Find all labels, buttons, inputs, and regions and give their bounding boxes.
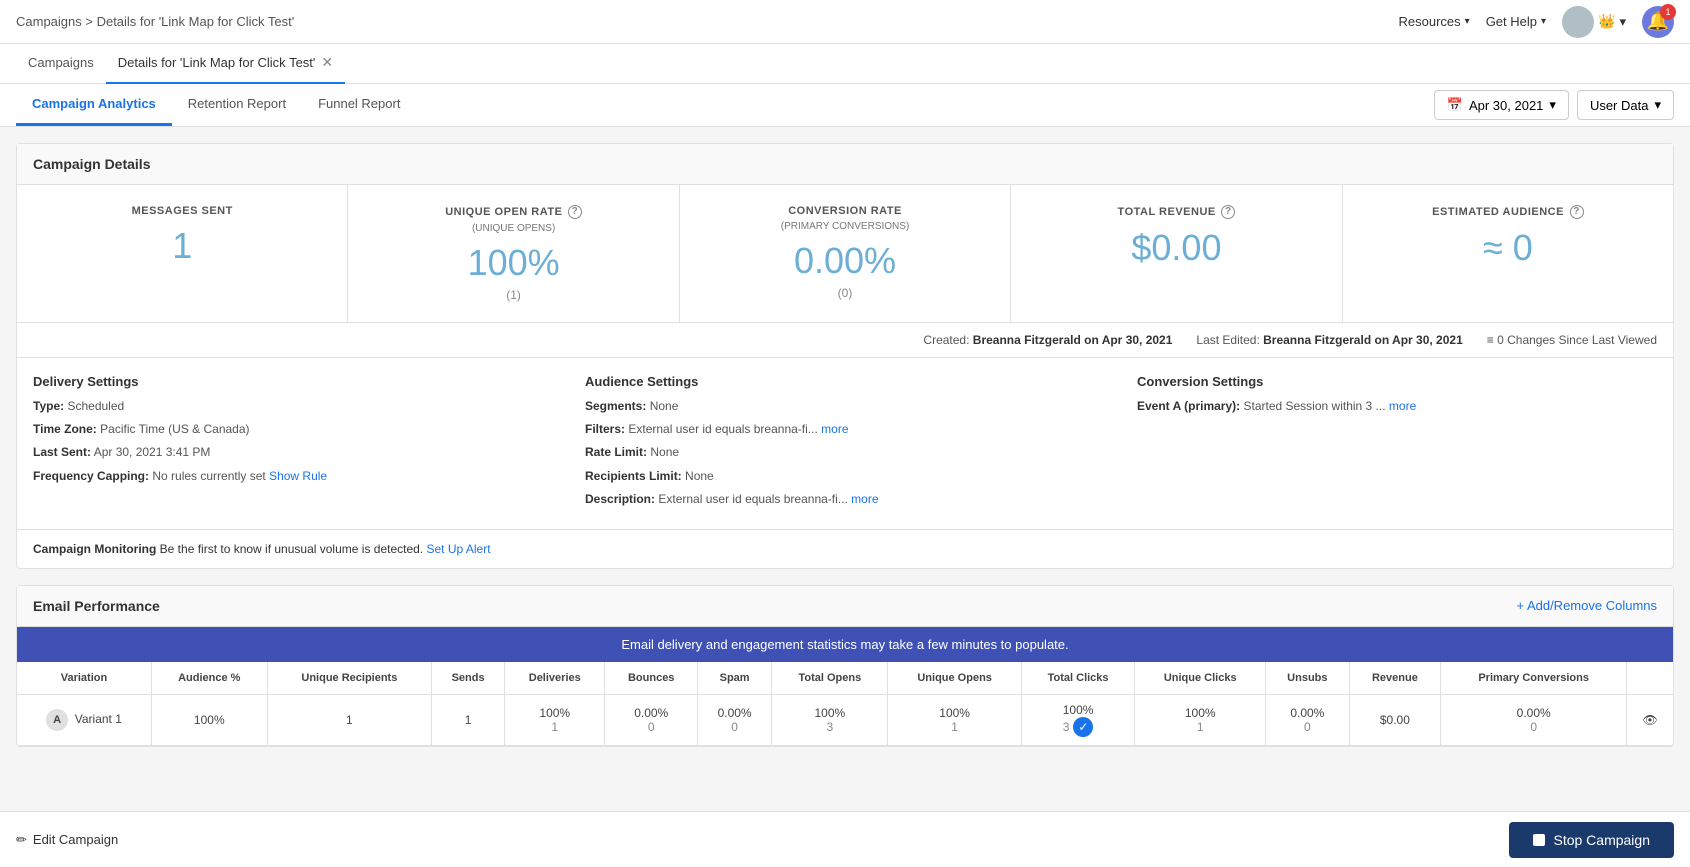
cell-spam: 0.00%0 [697, 694, 771, 745]
description-more-link[interactable]: more [851, 492, 878, 506]
col-unique-clicks: Unique Clicks [1135, 662, 1266, 695]
conversion-settings-col: Conversion Settings Event A (primary): S… [1137, 374, 1657, 513]
info-icon[interactable]: ? [1221, 205, 1235, 219]
calendar-icon: 📅 [1447, 97, 1463, 113]
cell-deliveries: 100%1 [505, 694, 605, 745]
cell-variant: A Variant 1 [17, 694, 151, 745]
chevron-down-icon: ▾ [1549, 97, 1556, 113]
cell-unsubs: 0.00%0 [1266, 694, 1350, 745]
col-spam: Spam [697, 662, 771, 695]
avatar [1562, 6, 1594, 38]
col-bounces: Bounces [605, 662, 697, 695]
date-picker-button[interactable]: 📅 Apr 30, 2021 ▾ [1434, 90, 1569, 120]
pencil-icon: ✏ [16, 832, 27, 848]
cell-row-action[interactable]: 👁 [1627, 694, 1673, 745]
col-audience-pct: Audience % [151, 662, 267, 695]
stat-messages-sent: MESSAGES SENT 1 [17, 185, 348, 322]
delivery-settings-col: Delivery Settings Type: Scheduled Time Z… [33, 374, 553, 513]
audience-settings-col: Audience Settings Segments: None Filters… [585, 374, 1105, 513]
list-icon: ≡ [1487, 333, 1494, 347]
get-help-button[interactable]: Get Help ▾ [1486, 14, 1546, 29]
set-up-alert-link[interactable]: Set Up Alert [427, 542, 491, 556]
col-unique-recipients: Unique Recipients [267, 662, 432, 695]
page-tabs: Campaigns Details for 'Link Map for Clic… [0, 44, 1690, 84]
info-icon[interactable]: ? [1570, 205, 1584, 219]
cell-primary-conversions: 0.00%0 [1441, 694, 1627, 745]
cell-total-clicks: 100% 3 ✓ [1021, 694, 1135, 745]
table-header-row: Variation Audience % Unique Recipients S… [17, 662, 1673, 695]
cell-unique-clicks: 100%1 [1135, 694, 1266, 745]
crown-icon: 👑 [1598, 13, 1615, 30]
col-sends: Sends [432, 662, 505, 695]
check-circle-icon: ✓ [1073, 717, 1093, 737]
main-content: Campaign Details MESSAGES SENT 1 UNIQUE … [0, 127, 1690, 824]
info-icon[interactable]: ? [568, 205, 582, 219]
info-banner: Email delivery and engagement statistics… [17, 627, 1673, 662]
stat-unique-open-rate: UNIQUE OPEN RATE ? (UNIQUE OPENS) 100% (… [348, 185, 679, 322]
user-data-button[interactable]: User Data ▾ [1577, 90, 1674, 120]
filters-more-link[interactable]: more [821, 422, 848, 436]
tab-funnel-report[interactable]: Funnel Report [302, 84, 416, 126]
col-primary-conversions: Primary Conversions [1441, 662, 1627, 695]
col-total-opens: Total Opens [772, 662, 888, 695]
edit-campaign-button[interactable]: ✏ Edit Campaign [16, 832, 118, 848]
email-performance-card: Email Performance + Add/Remove Columns E… [16, 585, 1674, 747]
col-actions [1627, 662, 1673, 695]
breadcrumb: Campaigns > Details for 'Link Map for Cl… [16, 14, 294, 29]
add-remove-columns-button[interactable]: + Add/Remove Columns [1516, 598, 1657, 613]
chevron-down-icon: ▾ [1541, 16, 1546, 27]
cell-sends: 1 [432, 694, 505, 745]
stat-estimated-audience: ESTIMATED AUDIENCE ? ≈ 0 [1343, 185, 1673, 322]
stop-icon [1533, 834, 1545, 846]
meta-row: Created: Breanna Fitzgerald on Apr 30, 2… [17, 322, 1673, 358]
show-rule-link[interactable]: Show Rule [269, 469, 327, 483]
cell-audience-pct: 100% [151, 694, 267, 745]
campaign-details-header: Campaign Details [17, 144, 1673, 185]
col-variation: Variation [17, 662, 151, 695]
section-tabs: Campaign Analytics Retention Report Funn… [16, 84, 416, 126]
table-row: A Variant 1 100% 1 1 100%1 0.00%0 0.00%0… [17, 694, 1673, 745]
top-bar-right: Resources ▾ Get Help ▾ 👑 ▾ 🔔 1 [1399, 6, 1674, 38]
email-performance-table: Variation Audience % Unique Recipients S… [17, 662, 1673, 746]
bottom-bar: ✏ Edit Campaign Stop Campaign [0, 811, 1690, 867]
tab-retention-report[interactable]: Retention Report [172, 84, 302, 126]
chevron-down-icon: ▾ [1619, 14, 1626, 30]
email-perf-header: Email Performance + Add/Remove Columns [17, 586, 1673, 627]
section-tabs-right: 📅 Apr 30, 2021 ▾ User Data ▾ [1434, 90, 1674, 120]
tab-campaign-analytics[interactable]: Campaign Analytics [16, 84, 172, 126]
section-tabs-bar: Campaign Analytics Retention Report Funn… [0, 84, 1690, 127]
top-bar: Campaigns > Details for 'Link Map for Cl… [0, 0, 1690, 44]
stat-conversion-rate: CONVERSION RATE (PRIMARY CONVERSIONS) 0.… [680, 185, 1011, 322]
col-unique-opens: Unique Opens [888, 662, 1021, 695]
col-revenue: Revenue [1349, 662, 1441, 695]
cell-unique-recipients: 1 [267, 694, 432, 745]
chevron-down-icon: ▾ [1465, 16, 1470, 27]
cell-bounces: 0.00%0 [605, 694, 697, 745]
stat-total-revenue: TOTAL REVENUE ? $0.00 [1011, 185, 1342, 322]
resources-button[interactable]: Resources ▾ [1399, 14, 1470, 29]
stop-campaign-button[interactable]: Stop Campaign [1509, 822, 1674, 858]
notification-badge: 1 [1660, 4, 1676, 20]
notification-button[interactable]: 🔔 1 [1642, 6, 1674, 38]
campaign-details-card: Campaign Details MESSAGES SENT 1 UNIQUE … [16, 143, 1674, 569]
stats-row: MESSAGES SENT 1 UNIQUE OPEN RATE ? (UNIQ… [17, 185, 1673, 322]
col-total-clicks: Total Clicks [1021, 662, 1135, 695]
close-icon[interactable]: ✕ [321, 54, 333, 71]
chevron-down-icon: ▾ [1654, 97, 1661, 113]
changes-link[interactable]: 0 Changes Since Last Viewed [1497, 333, 1657, 347]
monitoring-row: Campaign Monitoring Be the first to know… [17, 530, 1673, 568]
cell-total-opens: 100%3 [772, 694, 888, 745]
cell-revenue: $0.00 [1349, 694, 1441, 745]
tab-campaigns[interactable]: Campaigns [16, 44, 106, 84]
settings-row: Delivery Settings Type: Scheduled Time Z… [17, 358, 1673, 530]
variant-badge: A [46, 709, 68, 731]
cell-unique-opens: 100%1 [888, 694, 1021, 745]
eye-icon: 👁 [1642, 713, 1657, 727]
event-a-more-link[interactable]: more [1389, 399, 1416, 413]
col-unsubs: Unsubs [1266, 662, 1350, 695]
tab-details[interactable]: Details for 'Link Map for Click Test' ✕ [106, 44, 345, 84]
col-deliveries: Deliveries [505, 662, 605, 695]
